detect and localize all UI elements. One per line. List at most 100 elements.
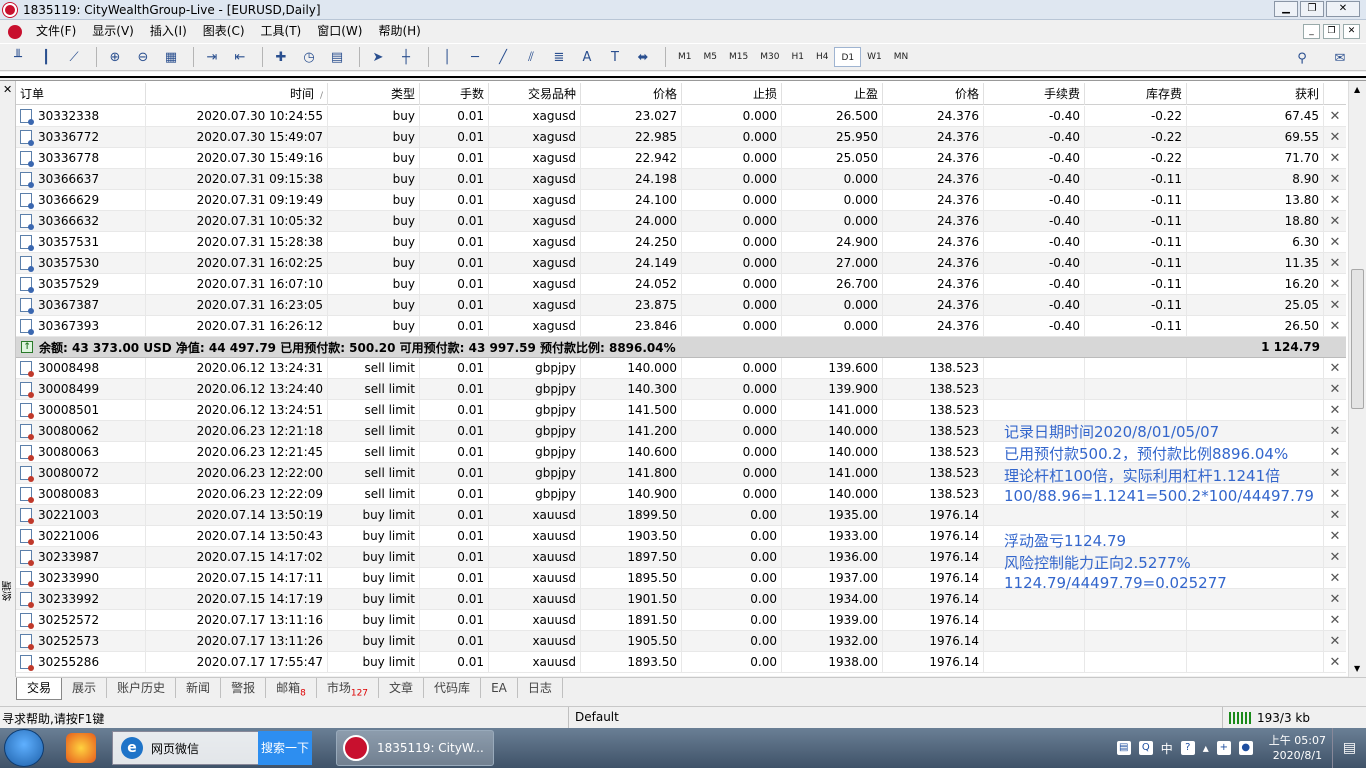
indicators-icon[interactable]: ✚	[269, 46, 293, 68]
menu-help[interactable]: 帮助(H)	[370, 21, 428, 42]
tab-experts[interactable]: EA	[481, 678, 518, 698]
chat-icon[interactable]: ✉	[1328, 47, 1352, 69]
timeframe-m30[interactable]: M30	[754, 47, 785, 67]
timeframe-m5[interactable]: M5	[698, 47, 724, 67]
mdi-minimize-button[interactable]: _	[1303, 24, 1320, 39]
close-order-icon[interactable]: ✕	[1324, 253, 1346, 274]
table-row[interactable]: 30336772 2020.07.30 15:49:07 buy 0.01 xagusd…	[16, 126, 1346, 148]
trendline-icon[interactable]: ╱	[491, 46, 515, 68]
vertical-line-icon[interactable]: │	[435, 46, 459, 68]
clock[interactable]: 上午 05:07 2020/8/1	[1269, 733, 1326, 763]
mdi-restore-button[interactable]: ❐	[1323, 24, 1340, 39]
table-row[interactable]: 30221006 2020.07.14 13:50:43 buy limit 0.01…	[16, 525, 1346, 547]
table-row[interactable]: 30366632 2020.07.31 10:05:32 buy 0.01 xagusd…	[16, 210, 1346, 232]
timeframe-d1[interactable]: D1	[834, 47, 862, 67]
table-row[interactable]: 30252573 2020.07.17 13:11:26 buy limit 0.01…	[16, 630, 1346, 652]
close-order-icon[interactable]: ✕	[1324, 589, 1346, 610]
header-symbol[interactable]: 交易品种	[489, 83, 581, 105]
table-row[interactable]: 30366629 2020.07.31 09:19:49 buy 0.01 xagusd…	[16, 189, 1346, 211]
plus-icon[interactable]: +	[1216, 741, 1231, 755]
close-order-icon[interactable]: ✕	[1324, 652, 1346, 673]
close-order-icon[interactable]: ✕	[1324, 610, 1346, 631]
qq-search-icon[interactable]: Q	[1138, 741, 1153, 755]
tab-mailbox[interactable]: 邮箱8	[266, 678, 317, 698]
header-time[interactable]: 时间 /	[146, 83, 328, 105]
templates-icon[interactable]: ▤	[325, 46, 349, 68]
table-row[interactable]: 30008499 2020.06.12 13:24:40 sell limit 0.0…	[16, 378, 1346, 400]
close-order-icon[interactable]: ✕	[1324, 169, 1346, 190]
scroll-down-icon[interactable]: ▼	[1354, 664, 1360, 673]
close-order-icon[interactable]: ✕	[1324, 211, 1346, 232]
ie-taskbar-item[interactable]: e 网页微信	[112, 731, 260, 765]
table-row[interactable]: 30252572 2020.07.17 13:11:16 buy limit 0.01…	[16, 609, 1346, 631]
help-icon[interactable]: ?	[1180, 741, 1195, 755]
vertical-scrollbar[interactable]: ▲ ▼	[1348, 81, 1366, 677]
header-stop-loss[interactable]: 止损	[682, 83, 782, 105]
close-order-icon[interactable]: ✕	[1324, 442, 1346, 463]
zoom-out-icon[interactable]: ⊖	[131, 46, 155, 68]
minimize-button[interactable]: ▁	[1274, 1, 1298, 17]
tab-news[interactable]: 新闻	[176, 678, 222, 698]
close-order-icon[interactable]: ✕	[1324, 358, 1346, 379]
tab-market[interactable]: 市场127	[317, 678, 380, 698]
tab-journal[interactable]: 日志	[518, 678, 563, 698]
table-row[interactable]: 30008501 2020.06.12 13:24:51 sell limit 0.0…	[16, 399, 1346, 421]
chart-shift-icon[interactable]: ⇤	[228, 46, 252, 68]
scroll-thumb[interactable]	[1351, 269, 1364, 409]
header-profit[interactable]: 获利	[1187, 83, 1324, 105]
close-order-icon[interactable]: ✕	[1324, 190, 1346, 211]
menu-window[interactable]: 窗口(W)	[309, 21, 370, 42]
timeframe-m1[interactable]: M1	[672, 47, 698, 67]
menu-insert[interactable]: 插入(I)	[142, 21, 195, 42]
close-order-icon[interactable]: ✕	[1324, 547, 1346, 568]
periods-icon[interactable]: ◷	[297, 46, 321, 68]
close-order-icon[interactable]: ✕	[1324, 316, 1346, 337]
start-button[interactable]	[4, 729, 44, 767]
table-row[interactable]: 30336778 2020.07.30 15:49:16 buy 0.01 xagusd…	[16, 147, 1346, 169]
maximize-button[interactable]: ❐	[1300, 1, 1324, 17]
header-take-profit[interactable]: 止盈	[782, 83, 883, 105]
menu-view[interactable]: 显示(V)	[84, 21, 142, 42]
table-row[interactable]: 30366637 2020.07.31 09:15:38 buy 0.01 xagusd…	[16, 168, 1346, 190]
table-row[interactable]: 30332338 2020.07.30 10:24:55 buy 0.01 xagusd…	[16, 105, 1346, 127]
close-order-icon[interactable]: ✕	[1324, 295, 1346, 316]
header-order[interactable]: 订单	[16, 83, 146, 105]
tab-alerts[interactable]: 警报	[221, 678, 267, 698]
search-button[interactable]: 搜索一下	[258, 731, 312, 765]
close-order-icon[interactable]: ✕	[1324, 232, 1346, 253]
header-swap[interactable]: 库存费	[1085, 83, 1187, 105]
close-order-icon[interactable]: ✕	[1324, 106, 1346, 127]
equidistant-channel-icon[interactable]: ⫽	[519, 46, 543, 68]
table-row[interactable]: 30367393 2020.07.31 16:26:12 buy 0.01 xagusd…	[16, 315, 1346, 337]
tray-expand-icon[interactable]: ▴	[1203, 741, 1209, 755]
pinned-app[interactable]	[66, 731, 96, 765]
search-icon[interactable]: ⚲	[1290, 47, 1314, 69]
close-order-icon[interactable]: ✕	[1324, 526, 1346, 547]
table-row[interactable]: 30255286 2020.07.17 17:55:47 buy limit 0.01…	[16, 651, 1346, 673]
close-order-icon[interactable]: ✕	[1324, 421, 1346, 442]
crosshair-icon[interactable]: ┼	[394, 46, 418, 68]
timeframe-h1[interactable]: H1	[785, 47, 810, 67]
timeframe-h4[interactable]: H4	[810, 47, 835, 67]
close-order-icon[interactable]: ✕	[1324, 568, 1346, 589]
bar-chart-icon[interactable]: ╨	[6, 46, 30, 68]
zoom-in-icon[interactable]: ⊕	[103, 46, 127, 68]
tab-articles[interactable]: 文章	[379, 678, 425, 698]
close-order-icon[interactable]: ✕	[1324, 631, 1346, 652]
table-row[interactable]: 30367387 2020.07.31 16:23:05 buy 0.01 xagusd…	[16, 294, 1346, 316]
table-row[interactable]: 30221003 2020.07.14 13:50:19 buy limit 0.01…	[16, 504, 1346, 526]
qq-icon[interactable]: ●	[1238, 741, 1253, 755]
autoscroll-icon[interactable]: ⇥	[200, 46, 224, 68]
close-order-icon[interactable]: ✕	[1324, 148, 1346, 169]
header-commission[interactable]: 手续费	[984, 83, 1085, 105]
candlestick-chart-icon[interactable]: ┃	[34, 46, 58, 68]
tab-account-history[interactable]: 账户历史	[107, 678, 177, 698]
fibonacci-icon[interactable]: ≣	[547, 46, 571, 68]
menu-charts[interactable]: 图表(C)	[195, 21, 253, 42]
terminal-close-icon[interactable]: ✕	[3, 83, 12, 96]
tile-windows-icon[interactable]: ▦	[159, 46, 183, 68]
table-row[interactable]: 30357531 2020.07.31 15:28:38 buy 0.01 xagusd…	[16, 231, 1346, 253]
header-current-price[interactable]: 价格	[883, 83, 984, 105]
tab-exposure[interactable]: 展示	[62, 678, 108, 698]
table-row[interactable]: 30357529 2020.07.31 16:07:10 buy 0.01 xagusd…	[16, 273, 1346, 295]
